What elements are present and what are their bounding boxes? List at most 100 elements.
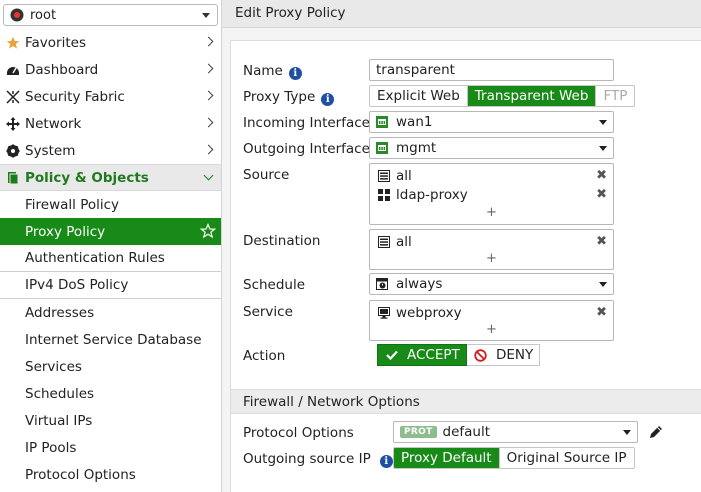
service-monitor-icon (378, 307, 390, 319)
interface-port-icon (376, 116, 388, 128)
proxy-type-ftp[interactable]: FTP (596, 86, 634, 106)
edit-form: Name i transparent Proxy Type i Explicit W… (230, 40, 701, 492)
schedule-value: always (396, 276, 443, 292)
service-item-label: webproxy (396, 305, 462, 321)
prot-badge: PROT (400, 426, 437, 438)
star-outline-icon[interactable] (200, 223, 216, 239)
nav-system-label: System (25, 142, 76, 159)
accept-button[interactable]: ACCEPT (377, 344, 467, 366)
nav-network[interactable]: Network (0, 110, 221, 137)
nav-protocol-options[interactable]: Protocol Options (0, 461, 221, 488)
protocol-options-value: default (442, 424, 491, 440)
chevron-right-icon (203, 117, 214, 128)
outgoing-ip-original-source[interactable]: Original Source IP (500, 448, 634, 468)
protocol-options-select[interactable]: PROT default (393, 421, 638, 443)
interface-port-icon (376, 142, 388, 154)
nav-firewall-policy[interactable]: Firewall Policy (0, 191, 221, 218)
chevron-right-icon (203, 36, 214, 47)
nav-dashboard-label: Dashboard (25, 61, 99, 78)
nav-addresses[interactable]: Addresses (0, 299, 221, 326)
address-icon (378, 236, 390, 248)
deny-button[interactable]: DENY (467, 344, 540, 366)
nav-policy-objects-label: Policy & Objects (25, 169, 149, 186)
source-item-label: all (396, 168, 412, 184)
list-item: all (378, 233, 412, 251)
nav-authentication-rules[interactable]: Authentication Rules (0, 245, 221, 272)
info-icon[interactable]: i (288, 67, 302, 80)
outgoing-interface-value: mgmt (396, 140, 437, 156)
nav-favorites[interactable]: Favorites (0, 29, 221, 56)
nav-system[interactable]: System (0, 137, 221, 164)
deny-label: DENY (496, 347, 534, 363)
main-panel: Edit Proxy Policy Name i transparent Prox… (222, 0, 701, 492)
incoming-interface-label: Incoming Interface (243, 115, 370, 131)
chevron-right-icon (203, 90, 214, 101)
outgoing-interface-label: Outgoing Interface (243, 141, 370, 157)
schedule-select[interactable]: always (369, 273, 614, 295)
security-fabric-icon (6, 89, 20, 104)
nav-ipv4-dos-policy[interactable]: IPv4 DoS Policy (0, 272, 221, 299)
outgoing-source-ip-toggle: Proxy Default Original Source IP (393, 447, 635, 469)
proxy-type-transparent-web[interactable]: Transparent Web (467, 86, 597, 106)
proxy-type-explicit-web[interactable]: Explicit Web (370, 86, 468, 106)
proxy-type-label: Proxy Type i (243, 89, 335, 106)
source-list[interactable]: all ✖ ldap-proxy ✖ + (369, 163, 614, 225)
info-icon[interactable]: i (321, 93, 335, 106)
address-icon (378, 170, 390, 182)
outgoing-ip-proxy-default[interactable]: Proxy Default (394, 448, 500, 468)
gear-icon (6, 144, 20, 158)
add-icon[interactable]: + (370, 205, 613, 220)
vdom-cloud-icon (10, 8, 24, 22)
nav-proxy-policy-label: Proxy Policy (25, 223, 106, 240)
remove-icon[interactable]: ✖ (596, 187, 607, 202)
sidebar: root Favorites Dashboard Security Fabric (0, 0, 222, 492)
action-label: Action (243, 348, 286, 364)
nav-proxy-policy[interactable]: Proxy Policy (0, 218, 221, 245)
nav-ip-pools[interactable]: IP Pools (0, 434, 221, 461)
info-icon[interactable]: i (379, 455, 393, 468)
proxy-type-toggle: Explicit Web Transparent Web FTP (369, 85, 636, 107)
accept-label: ACCEPT (407, 347, 460, 363)
chevron-down-icon (599, 146, 607, 151)
vdom-label: root (30, 7, 57, 23)
nav-services[interactable]: Services (0, 353, 221, 380)
list-item: all (378, 167, 412, 185)
list-item: ldap-proxy (378, 186, 468, 204)
service-list[interactable]: webproxy ✖ + (369, 300, 614, 341)
page-title: Edit Proxy Policy (222, 0, 701, 28)
remove-icon[interactable]: ✖ (596, 305, 607, 320)
chevron-right-icon (203, 144, 214, 155)
outgoing-interface-select[interactable]: mgmt (369, 137, 614, 159)
nav-dashboard[interactable]: Dashboard (0, 56, 221, 83)
nav-favorites-label: Favorites (25, 34, 86, 51)
nav-network-label: Network (25, 115, 82, 132)
deny-icon (474, 348, 487, 362)
list-item: webproxy (378, 304, 462, 322)
nav-internet-service-database[interactable]: Internet Service Database (0, 326, 221, 353)
name-input[interactable]: transparent (369, 59, 614, 81)
destination-list[interactable]: all ✖ + (369, 229, 614, 270)
outgoing-source-ip-label: Outgoing source IP i (243, 451, 393, 468)
chevron-down-icon (202, 13, 210, 18)
check-icon (386, 350, 398, 361)
firewall-network-options-header: Firewall / Network Options (231, 389, 701, 414)
nav-schedules[interactable]: Schedules (0, 380, 221, 407)
name-label: Name i (243, 63, 302, 80)
vdom-selector[interactable]: root (3, 4, 218, 26)
add-icon[interactable]: + (370, 251, 613, 266)
outgoing-source-ip-label-text: Outgoing source IP (243, 451, 371, 467)
chevron-down-icon (599, 120, 607, 125)
nav-security-fabric-label: Security Fabric (25, 88, 125, 105)
nav-policy-objects[interactable]: Policy & Objects (0, 164, 221, 191)
add-icon[interactable]: + (370, 322, 613, 337)
remove-icon[interactable]: ✖ (596, 168, 607, 183)
incoming-interface-select[interactable]: wan1 (369, 111, 614, 133)
edit-pencil-icon[interactable] (648, 424, 664, 440)
destination-label: Destination (243, 233, 321, 249)
protocol-options-label: Protocol Options (243, 425, 354, 441)
nav-virtual-ips[interactable]: Virtual IPs (0, 407, 221, 434)
nav-security-fabric[interactable]: Security Fabric (0, 83, 221, 110)
remove-icon[interactable]: ✖ (596, 234, 607, 249)
star-icon (6, 36, 20, 50)
schedule-label: Schedule (243, 277, 306, 293)
